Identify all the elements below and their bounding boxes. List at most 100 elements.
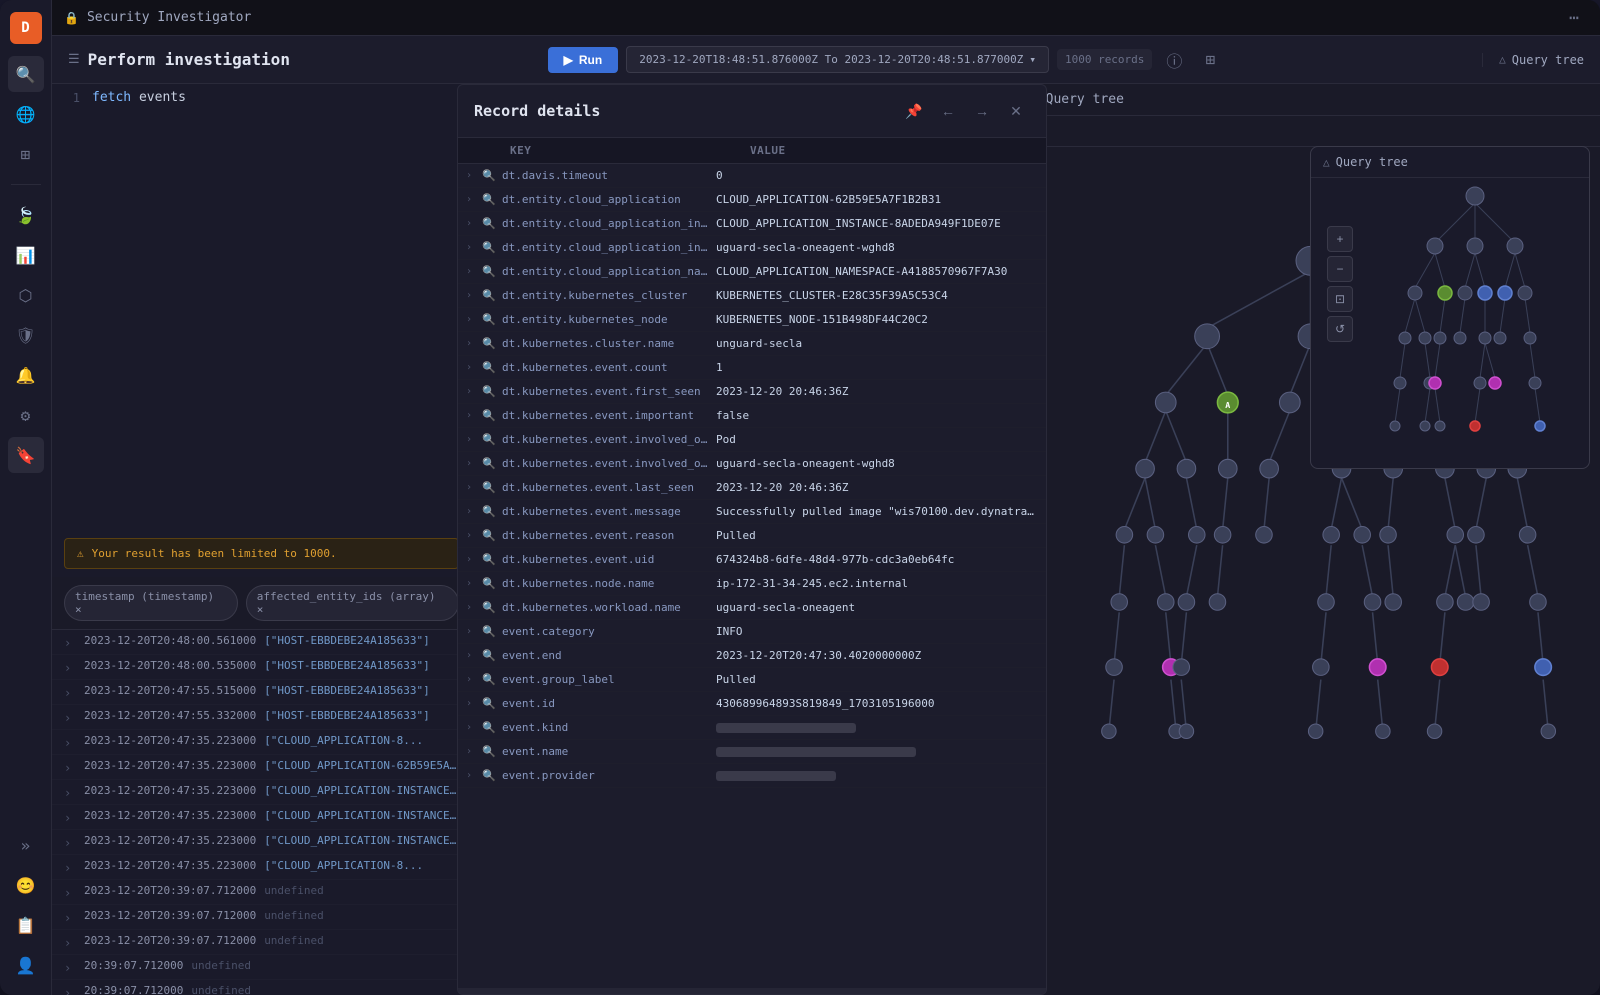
qt-body: 🔍	[1021, 116, 1600, 995]
expand-icon: ›	[466, 410, 478, 421]
table-row[interactable]: › 2023-12-20T20:47:55.515000 ["HOST-EBBD…	[52, 680, 471, 705]
table-row[interactable]: › 2023-12-20T20:47:35.223000 ["CLOUD_APP…	[52, 830, 471, 855]
table-row[interactable]: › 2023-12-20T20:47:55.332000 ["HOST-EBBD…	[52, 705, 471, 730]
detail-row[interactable]: › 🔍 event.id 430689964893S819849_1703105…	[458, 692, 1046, 716]
detail-row[interactable]: › 🔍 event.name	[458, 740, 1046, 764]
expand-icon: ›	[64, 809, 76, 825]
expand-icon: ›	[466, 746, 478, 757]
time-range-selector[interactable]: 2023-12-20T18:48:51.876000Z To 2023-12-2…	[626, 46, 1049, 73]
row-timestamp: 2023-12-20T20:39:07.712000	[84, 934, 256, 947]
more-options-button[interactable]: ⋯	[1560, 4, 1588, 32]
detail-row[interactable]: › 🔍 event.category INFO	[458, 620, 1046, 644]
table-row[interactable]: › 2023-12-20T20:48:00.535000 ["HOST-EBBD…	[52, 655, 471, 680]
detail-key: dt.kubernetes.event.uid	[502, 553, 712, 566]
detail-row[interactable]: › 🔍 dt.kubernetes.event.involved_o... ug…	[458, 452, 1046, 476]
row-timestamp: 2023-12-20T20:48:00.535000	[84, 659, 256, 672]
navigate-next-button[interactable]: →	[968, 97, 996, 125]
close-button[interactable]: ✕	[1002, 97, 1030, 125]
detail-row[interactable]: › 🔍 dt.kubernetes.event.count 1	[458, 356, 1046, 380]
reset-view-button[interactable]: ↺	[1327, 316, 1353, 342]
row-entity: ["HOST-EBBDEBE24A185633"]	[264, 709, 430, 722]
table-row[interactable]: › 2023-12-20T20:48:00.561000 ["HOST-EBBD…	[52, 630, 471, 655]
detail-row[interactable]: › 🔍 dt.kubernetes.event.last_seen 2023-1…	[458, 476, 1046, 500]
table-row[interactable]: › 2023-12-20T20:39:07.712000 undefined	[52, 880, 471, 905]
search-icon: 🔍	[482, 673, 498, 686]
detail-row[interactable]: › 🔍 dt.entity.kubernetes_node KUBERNETES…	[458, 308, 1046, 332]
detail-row[interactable]: › 🔍 event.kind	[458, 716, 1046, 740]
detail-row[interactable]: › 🔍 dt.kubernetes.event.message Successf…	[458, 500, 1046, 524]
fit-view-button[interactable]: ⊡	[1327, 286, 1353, 312]
table-row[interactable]: › 2023-12-20T20:47:35.223000 ["CLOUD_APP…	[52, 730, 471, 755]
detail-row[interactable]: › 🔍 dt.kubernetes.event.first_seen 2023-…	[458, 380, 1046, 404]
sidebar-icon-search[interactable]: 🔍	[8, 56, 44, 92]
detail-row[interactable]: › 🔍 dt.kubernetes.workload.name uguard-s…	[458, 596, 1046, 620]
sidebar-icon-settings[interactable]: ⚙	[8, 397, 44, 433]
info-button[interactable]: ⓘ	[1160, 46, 1188, 74]
detail-row[interactable]: › 🔍 dt.entity.cloud_application CLOUD_AP…	[458, 188, 1046, 212]
search-icon: 🔍	[482, 721, 498, 734]
sidebar-icon-cube[interactable]: ⬡	[8, 277, 44, 313]
zoom-in-button[interactable]: +	[1327, 226, 1353, 252]
detail-row[interactable]: › 🔍 dt.entity.kubernetes_cluster KUBERNE…	[458, 284, 1046, 308]
table-row[interactable]: › 2023-12-20T20:39:07.712000 undefined	[52, 930, 471, 955]
table-row[interactable]: › 2023-12-20T20:47:35.223000 ["CLOUD_APP…	[52, 755, 471, 780]
zoom-out-button[interactable]: −	[1327, 256, 1353, 282]
sidebar-icon-grid[interactable]: ⊞	[8, 136, 44, 172]
column-timestamp[interactable]: timestamp (timestamp) ×	[64, 585, 238, 621]
table-row[interactable]: › 2023-12-20T20:47:35.223000 ["CLOUD_APP…	[52, 780, 471, 805]
sidebar-icon-chart[interactable]: 📊	[8, 237, 44, 273]
search-icon: 🔍	[482, 361, 498, 374]
sidebar-icon-bookmark[interactable]: 🔖	[8, 437, 44, 473]
sidebar-icon-smile[interactable]: 😊	[8, 867, 44, 903]
query-tree-panel: △ Query tree 🔍	[1020, 84, 1600, 995]
sidebar-icon-user[interactable]: 👤	[8, 947, 44, 983]
row-timestamp: 20:39:07.712000	[84, 959, 183, 972]
expand-icon: ›	[466, 290, 478, 301]
play-icon: ▶	[564, 53, 573, 67]
record-details-panel: Record details 📌 ← → ✕ Key Value	[457, 84, 1047, 995]
app-icon: 🔒	[64, 11, 79, 25]
detail-row[interactable]: › 🔍 dt.davis.timeout 0	[458, 164, 1046, 188]
detail-row[interactable]: › 🔍 dt.kubernetes.event.involved_o... Po…	[458, 428, 1046, 452]
query-tree-toggle-icon: △	[1499, 53, 1506, 66]
resize-handle[interactable]	[458, 988, 1046, 994]
sidebar-icon-leaf[interactable]: 🍃	[8, 197, 44, 233]
sidebar-divider-1	[11, 184, 41, 185]
table-row[interactable]: › 2023-12-20T20:47:35.223000 ["CLOUD_APP…	[52, 805, 471, 830]
detail-row[interactable]: › 🔍 dt.kubernetes.cluster.name unguard-s…	[458, 332, 1046, 356]
pin-button[interactable]: 📌	[900, 97, 928, 125]
detail-row[interactable]: › 🔍 event.group_label Pulled	[458, 668, 1046, 692]
detail-row[interactable]: › 🔍 dt.kubernetes.event.important false	[458, 404, 1046, 428]
expand-icon: ›	[64, 984, 76, 995]
table-row[interactable]: › 20:39:07.712000 undefined	[52, 955, 471, 980]
sidebar-icon-datalist[interactable]: 📋	[8, 907, 44, 943]
table-row[interactable]: › 20:39:07.712000 undefined	[52, 980, 471, 995]
query-tree-toggle-label[interactable]: Query tree	[1512, 53, 1584, 67]
sidebar-icon-expand[interactable]: »	[8, 827, 44, 863]
table-row[interactable]: › 2023-12-20T20:39:07.712000 undefined	[52, 905, 471, 930]
detail-row[interactable]: › 🔍 event.provider	[458, 764, 1046, 788]
sidebar-icon-shield[interactable]: 🛡	[8, 317, 44, 353]
code-events: events	[139, 90, 186, 105]
navigate-prev-button[interactable]: ←	[934, 97, 962, 125]
search-icon: 🔍	[482, 745, 498, 758]
detail-row[interactable]: › 🔍 dt.entity.cloud_application_ins... C…	[458, 212, 1046, 236]
row-timestamp: 2023-12-20T20:39:07.712000	[84, 909, 256, 922]
detail-row[interactable]: › 🔍 event.end 2023-12-20T20:47:30.402000…	[458, 644, 1046, 668]
detail-row[interactable]: › 🔍 dt.kubernetes.event.reason Pulled	[458, 524, 1046, 548]
layout-button[interactable]: ⊞	[1196, 46, 1224, 74]
sidebar-icon-bell[interactable]: 🔔	[8, 357, 44, 393]
detail-row[interactable]: › 🔍 dt.entity.cloud_application_ins... u…	[458, 236, 1046, 260]
detail-row[interactable]: › 🔍 dt.kubernetes.node.name ip-172-31-34…	[458, 572, 1046, 596]
table-row[interactable]: › 2023-12-20T20:47:35.223000 ["CLOUD_APP…	[52, 855, 471, 880]
detail-row[interactable]: › 🔍 dt.entity.cloud_application_na... CL…	[458, 260, 1046, 284]
run-button[interactable]: ▶ Run	[548, 47, 619, 73]
expand-icon: ›	[466, 722, 478, 733]
detail-value-placeholder	[716, 723, 856, 733]
sidebar-icon-globe[interactable]: 🌐	[8, 96, 44, 132]
sidebar-narrow: D 🔍 🌐 ⊞ 🍃 📊 ⬡ 🛡 🔔 ⚙ 🔖 » 😊 📋 👤	[0, 0, 52, 995]
detail-row[interactable]: › 🔍 dt.kubernetes.event.uid 674324b8-6df…	[458, 548, 1046, 572]
column-entity[interactable]: affected_entity_ids (array) ×	[246, 585, 459, 621]
expand-icon: ›	[466, 314, 478, 325]
row-timestamp: 2023-12-20T20:48:00.561000	[84, 634, 256, 647]
